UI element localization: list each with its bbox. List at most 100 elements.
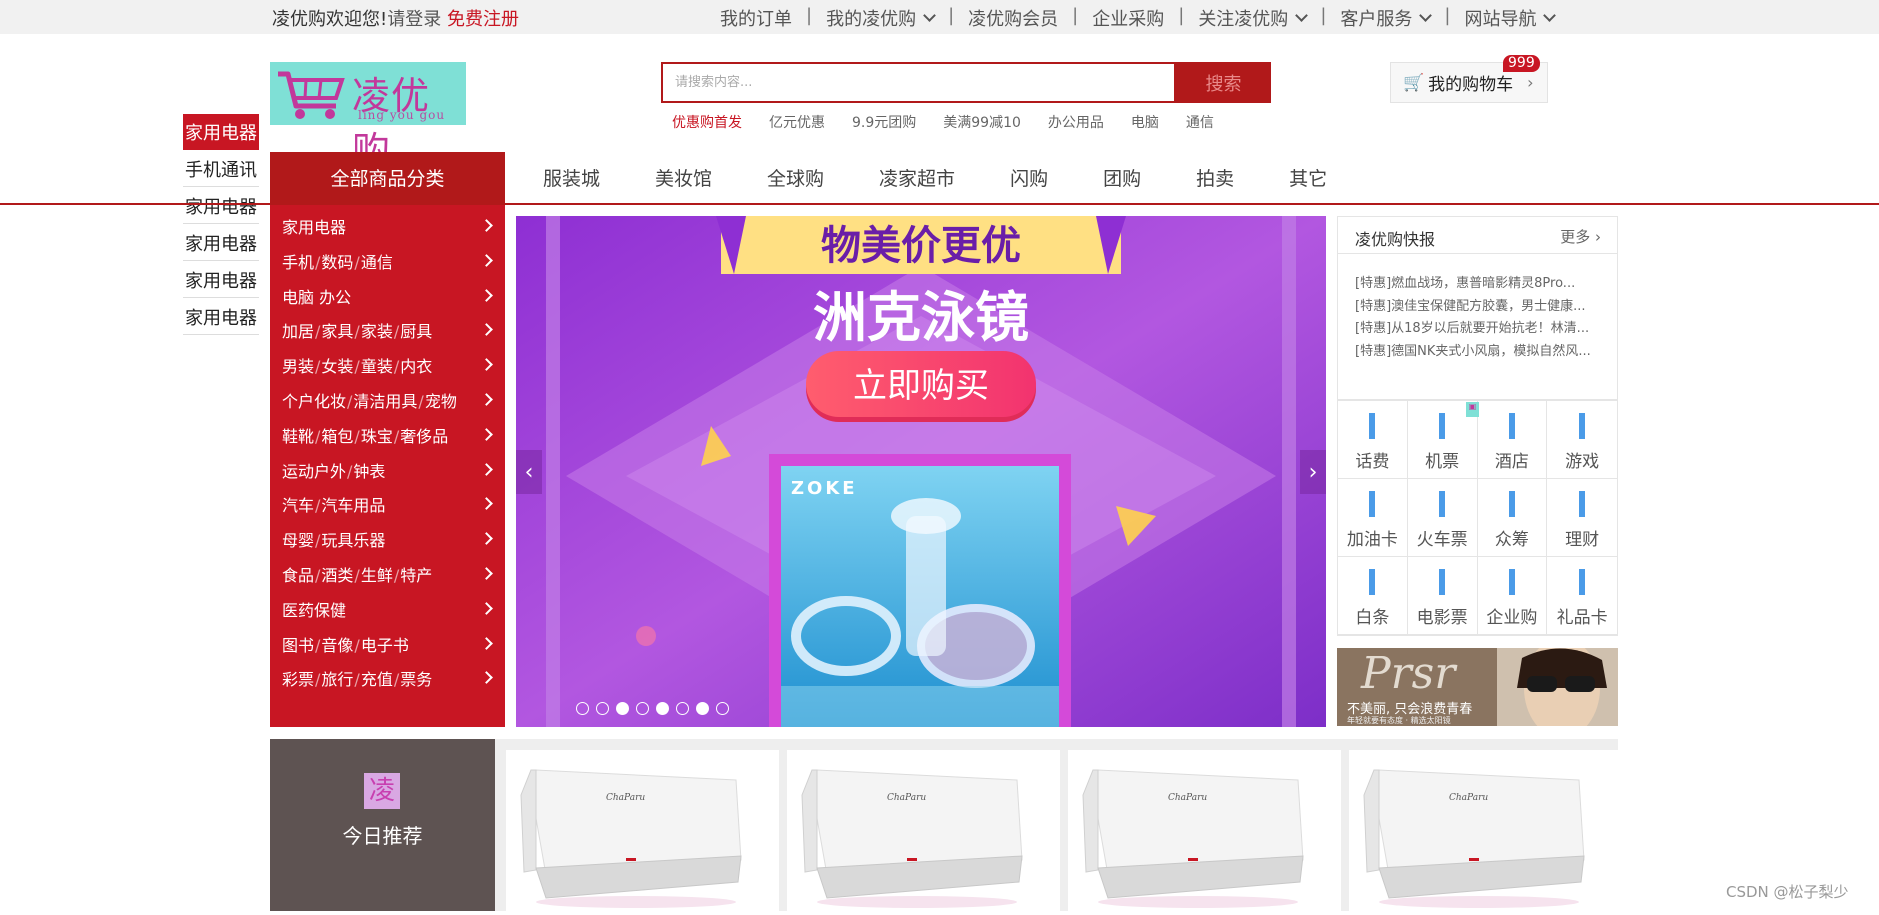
category-item[interactable]: 加居/家具/家装/厨具 xyxy=(282,318,432,342)
promo-banner[interactable]: 物美价更优 洲克泳镜 立即购买 ZOKE xyxy=(516,216,1326,727)
hot-word-link[interactable]: 通信 xyxy=(1186,112,1214,132)
top-nav-item[interactable]: 网站导航 xyxy=(1464,5,1557,31)
category-label: 旅行 xyxy=(321,670,354,690)
watermark: CSDN @松子梨少 xyxy=(1726,883,1849,901)
nav-separator: | xyxy=(1072,5,1079,26)
news-more-link[interactable]: 更多 › xyxy=(1560,226,1601,247)
category-item[interactable]: 汽车/汽车用品 xyxy=(282,492,385,516)
category-item[interactable]: 运动户外/钟表 xyxy=(282,458,385,482)
service-item[interactable]: 酒店 xyxy=(1477,401,1548,479)
service-item[interactable]: 理财 xyxy=(1547,479,1617,557)
floor-nav-item[interactable]: 手机通讯 xyxy=(183,151,259,187)
recommend-product-card[interactable]: ChaParu xyxy=(1349,750,1622,911)
top-nav-label: 网站导航 xyxy=(1464,9,1537,30)
category-item[interactable]: 鞋靴/箱包/珠宝/奢侈品 xyxy=(282,423,448,447)
banner-dot[interactable] xyxy=(716,702,729,715)
hot-words: 优惠购首发 亿元优惠 9.9元团购 美满99减10 办公用品 电脑 通信 xyxy=(672,112,1241,132)
news-header: 凌优购快报 更多 › xyxy=(1338,217,1617,254)
banner-headline: 洲克泳镜 xyxy=(813,286,1029,349)
banner-dot[interactable] xyxy=(576,702,589,715)
main-nav-link[interactable]: 团购 xyxy=(1103,164,1141,191)
banner-dot[interactable] xyxy=(636,702,649,715)
service-item[interactable]: 企业购 xyxy=(1477,557,1548,635)
category-item[interactable]: 男装/女装/童装/内衣 xyxy=(282,353,432,377)
category-label: 音像 xyxy=(321,635,354,655)
top-nav-item[interactable]: 关注凌优购 xyxy=(1198,5,1309,31)
floor-nav-item[interactable]: 家用电器 xyxy=(183,188,259,224)
category-item[interactable]: 图书/音像/电子书 xyxy=(282,632,409,656)
category-item[interactable]: 食品/酒类/生鲜/特产 xyxy=(282,562,432,586)
recommend-product-card[interactable]: ChaParu xyxy=(1068,750,1341,911)
floor-nav-item[interactable]: 家用电器 xyxy=(183,114,259,150)
main-nav-link[interactable]: 拍卖 xyxy=(1196,164,1234,191)
all-categories-button[interactable]: 全部商品分类 xyxy=(270,152,505,203)
news-item[interactable]: [特惠]澳佳宝保健配方胶囊，男士健康... xyxy=(1355,295,1609,314)
category-item[interactable]: 手机/数码/通信 xyxy=(282,249,393,273)
register-link[interactable]: 免费注册 xyxy=(447,9,519,30)
service-item[interactable]: 游戏 xyxy=(1547,401,1617,479)
news-item[interactable]: [特惠]从18岁以后就要开始抗老！林清... xyxy=(1355,317,1609,336)
hot-word-link[interactable]: 电脑 xyxy=(1131,112,1159,132)
category-item[interactable]: 母婴/玩具乐器 xyxy=(282,527,385,551)
category-item[interactable]: 电脑 办公 xyxy=(282,284,351,308)
search-input[interactable] xyxy=(663,64,1174,101)
banner-dot[interactable] xyxy=(656,702,669,715)
floor-nav-item[interactable]: 家用电器 xyxy=(183,225,259,261)
main-nav-link[interactable]: 闪购 xyxy=(1010,164,1048,191)
category-label: 充值 xyxy=(360,670,393,690)
search-button[interactable]: 搜索 xyxy=(1176,62,1271,103)
category-item[interactable]: 个户化妆/清洁用具/宠物 xyxy=(282,388,457,412)
nav-separator: | xyxy=(1444,5,1451,26)
hot-word-link[interactable]: 优惠购首发 xyxy=(672,112,742,132)
service-label: 理财 xyxy=(1565,530,1600,550)
service-label: 企业购 xyxy=(1486,608,1538,628)
top-nav-item[interactable]: 凌优购会员 xyxy=(968,5,1058,31)
service-item[interactable]: 火车票 xyxy=(1407,479,1478,557)
service-item[interactable]: 白条 xyxy=(1338,557,1408,635)
top-nav-item[interactable]: 我的订单 xyxy=(720,5,792,31)
banner-dot[interactable] xyxy=(616,702,629,715)
top-nav-item[interactable]: 客户服务 xyxy=(1340,5,1433,31)
banner-brand: ZOKE xyxy=(791,478,858,499)
main-nav: 服装城 美妆馆 全球购 凌家超市 闪购 团购 拍卖 其它 xyxy=(543,164,1382,191)
recommend-product-card[interactable]: ChaParu xyxy=(506,750,779,911)
service-icon xyxy=(1508,491,1515,517)
category-label: 票务 xyxy=(400,670,433,690)
hot-word-link[interactable]: 美满99减10 xyxy=(943,112,1021,132)
main-nav-link[interactable]: 其它 xyxy=(1289,164,1327,191)
service-item[interactable]: 加油卡 xyxy=(1338,479,1408,557)
banner-prev-button[interactable]: ‹ xyxy=(516,450,542,494)
category-item[interactable]: 彩票/旅行/充值/票务 xyxy=(282,666,432,690)
category-separator: / xyxy=(354,635,360,655)
news-item[interactable]: [特惠]燃血战场，惠普暗影精灵8Pro... xyxy=(1355,272,1609,291)
main-nav-link[interactable]: 全球购 xyxy=(767,164,824,191)
main-nav-link[interactable]: 服装城 xyxy=(543,164,600,191)
top-nav-item[interactable]: 企业采购 xyxy=(1092,5,1164,31)
floor-nav-item[interactable]: 家用电器 xyxy=(183,262,259,298)
service-item[interactable]: 众筹 xyxy=(1477,479,1548,557)
category-label: 手机 xyxy=(282,252,315,272)
category-item[interactable]: 家用电器 xyxy=(282,214,346,238)
login-link[interactable]: 请登录 xyxy=(387,9,441,30)
hot-word-link[interactable]: 办公用品 xyxy=(1048,112,1104,132)
service-item[interactable]: 话费 xyxy=(1338,401,1408,479)
main-nav-link[interactable]: 美妆馆 xyxy=(655,164,712,191)
banner-dot[interactable] xyxy=(596,702,609,715)
service-item[interactable]: 电影票 xyxy=(1407,557,1478,635)
side-ad[interactable]: Prsr 不美丽, 只会浪费青春 年轻就要有态度 · 精选太阳镜 xyxy=(1337,648,1618,726)
recommend-product-card[interactable]: ChaParu xyxy=(787,750,1060,911)
news-item[interactable]: [特惠]德国NK夹式小风扇，模拟自然风... xyxy=(1355,340,1609,359)
site-logo[interactable]: 凌优购 ling you gou xyxy=(270,62,466,173)
category-separator: / xyxy=(354,566,360,585)
category-item[interactable]: 医药保健 xyxy=(282,597,346,621)
hot-word-link[interactable]: 9.9元团购 xyxy=(852,112,916,132)
top-nav-item[interactable]: 我的凌优购 xyxy=(826,5,936,31)
main-nav-link[interactable]: 凌家超市 xyxy=(879,164,955,191)
banner-dot[interactable] xyxy=(676,702,689,715)
service-item[interactable]: 礼品卡 xyxy=(1547,557,1617,635)
floor-nav-item[interactable]: 家用电器 xyxy=(183,299,259,335)
banner-next-button[interactable]: › xyxy=(1300,450,1326,494)
banner-dot[interactable] xyxy=(696,702,709,715)
hot-word-link[interactable]: 亿元优惠 xyxy=(769,112,825,132)
banner-ribbon-text: 物美价更优 xyxy=(821,223,1021,269)
